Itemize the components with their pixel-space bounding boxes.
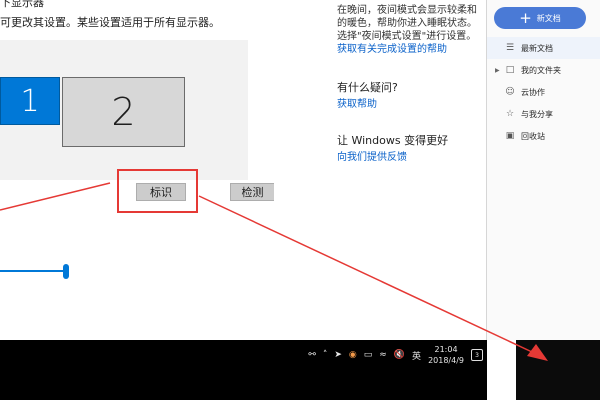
collaborate-icon: ☺ [505,87,515,97]
system-tray: ⚯ ˄ ➤ ◉ ▭ ≈ 🔇 英 21:04 2018/4/9 3 [308,342,483,368]
send-icon[interactable]: ➤ [334,350,342,360]
feedback-link[interactable]: 向我们提供反馈 [337,148,407,163]
clock-time: 21:04 [434,345,458,354]
complete-setup-help-link[interactable]: 获取有关完成设置的帮助 [337,40,447,55]
people-icon[interactable]: ⚯ [308,350,316,360]
panel-bottom-gap [487,340,516,400]
highlight-box [117,169,198,213]
clock-date: 2018/4/9 [428,356,464,365]
app-tray-icon[interactable]: ◉ [349,350,357,360]
monitor-2-number: 2 [111,90,136,134]
settings-description: 可更改其设置。某些设置适用于所有显示器。 [0,16,220,29]
scale-slider-thumb[interactable] [63,264,69,279]
layers-icon: ☰ [505,43,515,53]
panel-item-label: 回收站 [521,131,545,141]
panel-item-recent[interactable]: ☰ 最新文档 [487,37,600,59]
questions-heading: 有什么疑问? [337,81,398,94]
monitor-arrangement-area[interactable]: 1 2 [0,40,248,180]
volume-icon[interactable]: 🔇 [394,350,405,360]
trash-icon: ▣ [505,131,515,141]
plus-icon: + [519,8,532,27]
panel-item-my-folders[interactable]: ▶ □ 我的文件夹 [487,59,600,81]
battery-icon[interactable]: ▭ [364,350,373,360]
dark-corner [516,340,600,400]
taskbar: ⚯ ˄ ➤ ◉ ▭ ≈ 🔇 英 21:04 2018/4/9 3 [0,340,487,400]
chevron-up-icon[interactable]: ˄ [323,350,328,360]
docs-side-panel: + 新文档 ☰ 最新文档 ▶ □ 我的文件夹 ☺ 云协作 ☆ 与我分享 ▣ 回收… [486,0,600,340]
monitor-1-number: 1 [20,83,40,119]
panel-item-label: 最新文档 [521,43,553,53]
panel-item-cloud-collab[interactable]: ☺ 云协作 [487,81,600,103]
notification-center-icon[interactable]: 3 [471,349,483,361]
scale-slider-track[interactable] [0,270,66,272]
night-light-description: 在晚间，夜间模式会显示较柔和的暖色，帮助你进入睡眠状态。选择"夜间模式设置"进行… [337,5,477,42]
expand-caret-icon[interactable]: ▶ [495,67,500,74]
share-icon: ☆ [505,109,515,119]
panel-item-label: 与我分享 [521,109,553,119]
new-document-button[interactable]: + 新文档 [494,7,586,29]
panel-item-label: 我的文件夹 [521,65,561,75]
panel-item-shared-with-me[interactable]: ☆ 与我分享 [487,103,600,125]
notification-count: 3 [475,351,479,359]
clock[interactable]: 21:04 2018/4/9 [428,344,464,366]
monitor-2[interactable]: 2 [62,77,185,147]
section-heading: 下显示器 [0,0,44,9]
input-method-indicator[interactable]: 英 [412,349,421,362]
folder-icon: □ [505,65,515,75]
display-settings-page: 下显示器 可更改其设置。某些设置适用于所有显示器。 1 2 标识 检测 [0,0,322,340]
wifi-icon[interactable]: ≈ [379,350,387,360]
panel-item-recycle-bin[interactable]: ▣ 回收站 [487,125,600,147]
monitor-1[interactable]: 1 [0,77,60,125]
help-column: 在晚间，夜间模式会显示较柔和的暖色，帮助你进入睡眠状态。选择"夜间模式设置"进行… [337,0,487,340]
improve-windows-heading: 让 Windows 变得更好 [337,134,449,147]
get-help-link[interactable]: 获取帮助 [337,95,377,110]
detect-button[interactable]: 检测 [230,183,274,201]
new-document-label: 新文档 [536,13,561,23]
panel-item-label: 云协作 [521,87,545,97]
